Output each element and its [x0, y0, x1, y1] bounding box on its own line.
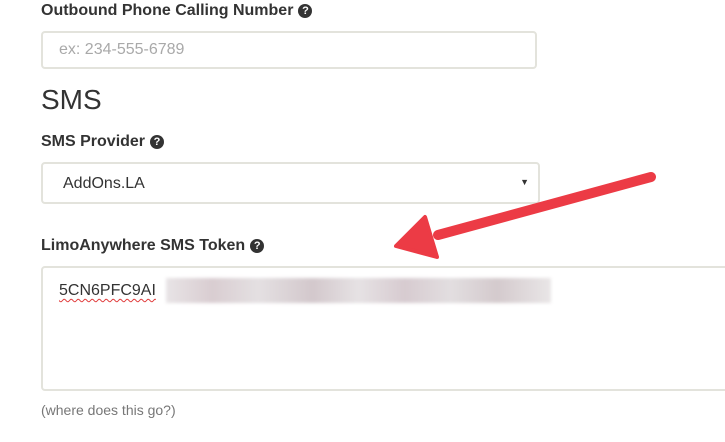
sms-provider-label: SMS Provider: [41, 133, 146, 150]
sms-token-textarea[interactable]: 5CN6PFC9AI: [41, 266, 725, 391]
sms-token-value: 5CN6PFC9AI: [59, 282, 156, 299]
sms-token-label: LimoAnywhere SMS Token: [41, 237, 246, 254]
arrow-head: [394, 215, 439, 259]
phone-number-label-row: Outbound Phone Calling Number ?: [41, 2, 313, 20]
sms-provider-label-row: SMS Provider ?: [41, 133, 165, 151]
caret-down-icon: ▼: [520, 177, 529, 187]
sms-settings-page: Outbound Phone Calling Number ? SMS SMS …: [0, 0, 725, 442]
phone-number-input[interactable]: [41, 31, 537, 69]
where-does-this-go-link[interactable]: (where does this go?): [41, 402, 176, 418]
phone-number-label: Outbound Phone Calling Number: [41, 2, 294, 19]
redacted-token-blur: [166, 278, 551, 303]
question-circle-icon[interactable]: ?: [250, 239, 265, 253]
sms-provider-selected-value: AddOns.LA: [63, 175, 145, 192]
question-circle-icon[interactable]: ?: [298, 4, 313, 18]
sms-section-title: SMS: [41, 84, 102, 115]
sms-provider-select[interactable]: AddOns.LA ▼: [41, 162, 540, 204]
sms-token-label-row: LimoAnywhere SMS Token ?: [41, 237, 265, 255]
question-circle-icon[interactable]: ?: [150, 135, 165, 149]
